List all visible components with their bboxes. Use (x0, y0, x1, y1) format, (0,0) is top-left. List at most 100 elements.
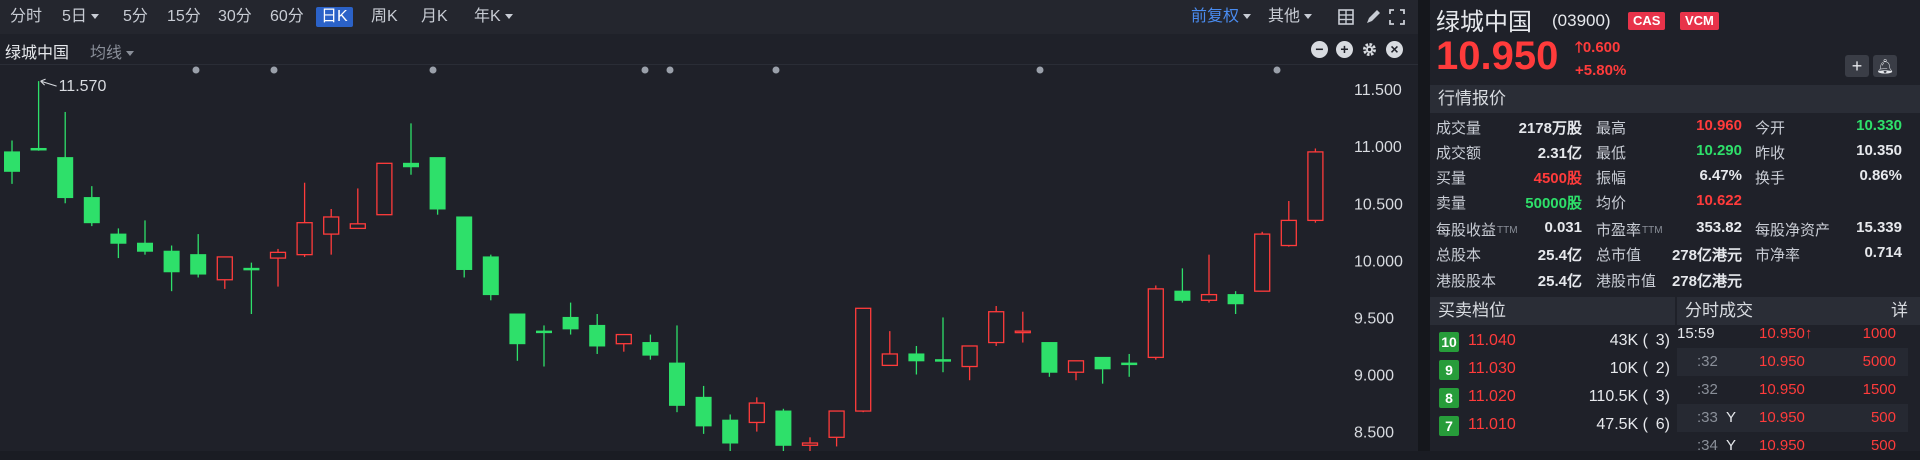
candle-body (323, 216, 340, 235)
quote-label: 卖量 (1436, 195, 1467, 212)
quote-value: 353.82 (1696, 219, 1742, 236)
candle (30, 81, 47, 151)
tick-row: :33 Y 10.950 500 (1677, 404, 1908, 432)
candle-body (509, 313, 526, 345)
y-tick-label: 10.500 (1354, 196, 1403, 213)
candle-body (1014, 330, 1031, 334)
event-dot[interactable] (1036, 66, 1044, 74)
candle (908, 345, 925, 375)
candle (1200, 254, 1218, 303)
event-dot[interactable] (641, 66, 649, 74)
ask-volume: 10K ( (1609, 360, 1648, 377)
quote-label: 港股股本 (1436, 273, 1497, 290)
event-dot[interactable] (666, 66, 674, 74)
ask-volume: 47.5K ( (1596, 416, 1648, 433)
candle (190, 234, 207, 278)
quote-value: 15.339 (1856, 219, 1902, 236)
price-change-pct: +5.80% (1575, 62, 1627, 79)
event-dot[interactable] (270, 66, 278, 74)
ttm-suffix: TTM (1642, 225, 1663, 236)
quote-value: 6.47% (1699, 167, 1742, 184)
candle (1094, 356, 1111, 384)
stock-name: 绿城中国 (1436, 9, 1532, 36)
ask-count: 3) (1655, 388, 1670, 405)
candle-body (403, 162, 419, 168)
candle (137, 220, 153, 255)
quote-label: 换手 (1755, 170, 1786, 187)
ask-level-number: 8 (1439, 388, 1459, 408)
period-high-arrow (40, 78, 57, 87)
tick-time: :32 (1697, 353, 1718, 370)
y-tick-label: 11.500 (1354, 82, 1402, 99)
candle (296, 182, 313, 257)
candle (935, 317, 951, 373)
quote-label: 昨收 (1755, 145, 1786, 162)
candle-body (482, 256, 499, 296)
ask-volume: 43K ( (1609, 332, 1648, 349)
candlestick-chart: 11.50011.00010.50010.0009.5009.0008.500 … (4, 66, 1403, 451)
candle-body (988, 311, 1005, 344)
quote-label: 成交额 (1436, 145, 1482, 162)
candle (748, 397, 765, 432)
quote-label: 港股市值 (1596, 273, 1657, 290)
bell-icon[interactable]: 🔔︎ (1873, 55, 1897, 77)
ask-level-number: 7 (1439, 416, 1459, 436)
y-tick-label: 9.000 (1354, 368, 1394, 385)
candle-body (349, 223, 366, 230)
tick-volume: 1000 (1862, 325, 1896, 342)
candle-body (615, 333, 632, 345)
candle (961, 345, 978, 381)
quote-value: 0.031 (1544, 219, 1582, 236)
quote-section-title: 行情报价 (1430, 85, 1920, 113)
candle-body (1094, 356, 1111, 370)
quote-label: 今开 (1755, 120, 1786, 137)
tick-row: :34 Y 10.950 500 (1677, 432, 1908, 460)
candle (669, 325, 685, 413)
candle-body (775, 410, 792, 446)
candle (695, 385, 712, 434)
candle-body (1280, 219, 1297, 247)
quote-label: 最高 (1596, 120, 1627, 137)
last-price: 10.950 (1436, 34, 1559, 78)
candle (243, 262, 260, 315)
ask-price: 11.010 (1468, 416, 1516, 433)
candle (1280, 200, 1297, 247)
ticks-title: 分时成交 (1685, 301, 1753, 320)
event-dot[interactable] (429, 66, 437, 74)
tick-volume: 500 (1870, 409, 1896, 426)
quote-value: 10.350 (1856, 142, 1902, 159)
vcm-badge: VCM (1680, 12, 1719, 30)
candle (349, 188, 366, 230)
tick-price: 10.950 (1759, 353, 1805, 370)
tick-flag: Y (1726, 437, 1737, 454)
quote-label: 均价 (1596, 195, 1627, 212)
candle-body (536, 330, 552, 334)
tick-price: 10.950 (1759, 437, 1805, 454)
candle-body (669, 362, 685, 406)
tick-volume: 500 (1870, 437, 1896, 454)
y-tick-label: 11.000 (1354, 139, 1402, 156)
tick-flag: Y (1726, 409, 1737, 426)
event-dot[interactable] (192, 66, 200, 74)
event-markers (192, 66, 1281, 74)
ask-price: 11.040 (1468, 332, 1516, 349)
candle (163, 245, 180, 292)
candle (429, 157, 446, 215)
quote-label: 成交量 (1436, 120, 1482, 137)
ask-volume: 110.5K ( (1588, 388, 1648, 405)
candle-body (855, 307, 872, 412)
candle (988, 306, 1005, 346)
candle (881, 331, 898, 367)
tick-price: 10.950 (1759, 381, 1805, 398)
quote-value: 10.290 (1696, 142, 1742, 159)
tick-volume: 1500 (1862, 381, 1896, 398)
candle (57, 111, 74, 204)
candle-body (429, 157, 446, 210)
tick-time: :32 (1697, 381, 1718, 398)
candle-body (961, 345, 978, 368)
add-watchlist-icon[interactable]: + (1845, 55, 1869, 77)
candle (855, 307, 872, 413)
chart-panel: 分时 5日 5分 15分 30分 60分 日K 周K 月K 年K 前复权 其他 … (0, 0, 1418, 451)
event-dot[interactable] (1273, 66, 1281, 74)
event-dot[interactable] (772, 66, 780, 74)
